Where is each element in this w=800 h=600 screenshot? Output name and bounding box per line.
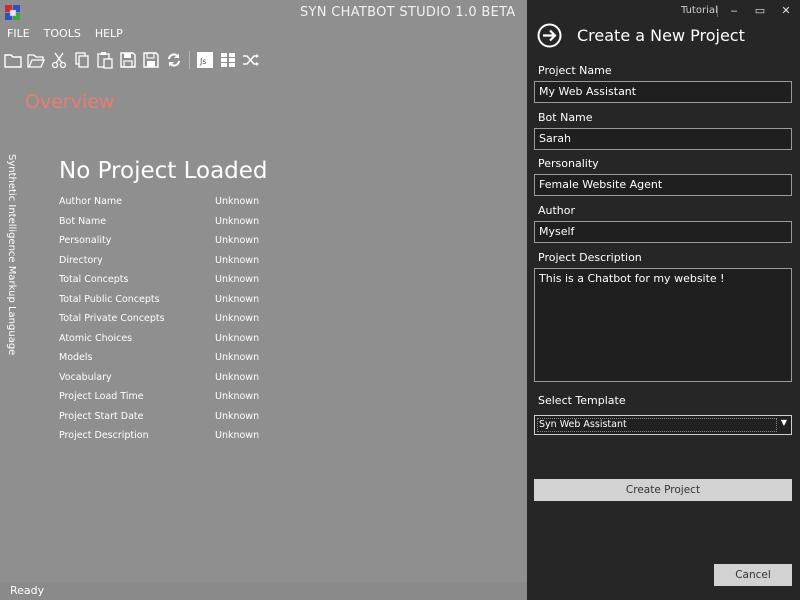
save-icon[interactable] [118, 50, 138, 70]
maximize-button[interactable]: ▭ [753, 4, 767, 18]
status-bar: Ready [0, 582, 527, 600]
property-value: Unknown [215, 410, 260, 422]
property-name: Directory [59, 254, 103, 266]
property-name: Atomic Choices [59, 332, 133, 344]
property-row: Total Public Concepts Unknown [59, 294, 279, 314]
property-row: Vocabulary Unknown [59, 372, 279, 392]
bot-name-field[interactable]: Sarah [534, 128, 792, 150]
app-title: SYN CHATBOT STUDIO 1.0 BETA [300, 5, 516, 20]
close-button[interactable]: ✕ [779, 4, 793, 18]
svg-text:Js: Js [199, 57, 207, 66]
template-select[interactable]: Syn Web Assistant ▼ [534, 415, 792, 435]
menu-tools[interactable]: TOOLS [37, 26, 88, 44]
create-project-button[interactable]: Create Project [534, 479, 792, 501]
property-name: Total Public Concepts [59, 293, 160, 305]
menu-help[interactable]: HELP [88, 26, 130, 44]
template-value: Syn Web Assistant [539, 419, 627, 430]
property-row: Project Description Unknown [59, 430, 279, 450]
no-project-heading: No Project Loaded [59, 158, 268, 184]
property-value: Unknown [215, 274, 260, 285]
property-name: Project Description [59, 430, 149, 441]
project-properties: Author Name Unknown Bot Name Unknown Perso… [59, 196, 279, 450]
project-description-label: Project Description [538, 251, 642, 264]
title-bar: SYN CHATBOT STUDIO 1.0 BETA [0, 0, 527, 24]
personality-field[interactable]: Female Website Agent [534, 174, 792, 196]
back-arrow-icon[interactable] [537, 23, 562, 48]
property-row: Project Start Date Unknown [59, 411, 279, 431]
panel-title: Create a New Project [577, 26, 745, 45]
property-name: Models [59, 352, 93, 363]
property-row: Atomic Choices Unknown [59, 333, 279, 353]
menu-bar: FILE TOOLS HELP [0, 26, 130, 44]
toolbar: Js [0, 48, 527, 72]
property-name: Total Concepts [59, 274, 129, 285]
sync-icon[interactable] [164, 50, 184, 70]
property-row: Project Load Time Unknown [59, 391, 279, 411]
property-value: Unknown [215, 254, 260, 266]
property-row: Directory Unknown [59, 255, 279, 275]
property-name: Author Name [59, 196, 123, 207]
new-project-panel: Tutorial ‒ ▭ ✕ Create a New Project Proj… [527, 0, 800, 600]
project-name-label: Project Name [538, 64, 612, 77]
property-value: Unknown [215, 391, 260, 402]
overview-title: Overview [25, 91, 115, 113]
status-text: Ready [10, 584, 45, 597]
bot-name-label: Bot Name [538, 111, 593, 124]
side-label-text: Synthetic Intelligence Markup Language [6, 154, 17, 356]
chevron-down-icon[interactable]: ▼ [781, 418, 787, 427]
property-name: Project Start Date [59, 410, 144, 422]
main-area: SYN CHATBOT STUDIO 1.0 BETA FILE TOOLS H… [0, 0, 527, 600]
property-value: Unknown [215, 235, 260, 246]
side-label: Synthetic Intelligence Markup Language [1, 154, 19, 355]
cut-icon[interactable] [49, 50, 69, 70]
open-folder-icon[interactable] [26, 50, 46, 70]
project-name-field[interactable]: My Web Assistant [534, 81, 792, 103]
window-bar-separator [717, 6, 718, 17]
property-row: Models Unknown [59, 352, 279, 372]
panel-window-bar: Tutorial ‒ ▭ ✕ [527, 0, 800, 22]
property-value: Unknown [215, 352, 260, 363]
grid-icon[interactable] [218, 50, 238, 70]
property-value: Unknown [215, 293, 260, 305]
property-name: Total Private Concepts [59, 313, 165, 324]
property-name: Vocabulary [59, 371, 112, 383]
property-row: Personality Unknown [59, 235, 279, 255]
property-value: Unknown [215, 215, 260, 227]
property-value: Unknown [215, 332, 260, 344]
property-row: Total Concepts Unknown [59, 274, 279, 294]
personality-label: Personality [538, 157, 599, 170]
shuffle-icon[interactable] [241, 50, 261, 70]
javascript-icon[interactable]: Js [195, 50, 215, 70]
property-row: Author Name Unknown [59, 196, 279, 216]
minimize-button[interactable]: ‒ [727, 4, 741, 18]
property-row: Total Private Concepts Unknown [59, 313, 279, 333]
project-description-field[interactable]: This is a Chatbot for my website ! [534, 268, 792, 382]
property-value: Unknown [215, 313, 260, 324]
property-name: Bot Name [59, 215, 107, 227]
property-value: Unknown [215, 430, 260, 441]
property-value: Unknown [215, 196, 260, 207]
property-name: Project Load Time [59, 391, 144, 402]
author-field[interactable]: Myself [534, 221, 792, 243]
menu-file[interactable]: FILE [0, 26, 37, 44]
toolbar-separator [189, 51, 190, 69]
cancel-button[interactable]: Cancel [714, 564, 792, 586]
property-value: Unknown [215, 371, 260, 383]
tutorial-link[interactable]: Tutorial [681, 5, 718, 16]
property-name: Personality [59, 235, 112, 246]
save-as-icon[interactable] [141, 50, 161, 70]
select-template-label: Select Template [538, 394, 626, 407]
app-window: SYN CHATBOT STUDIO 1.0 BETA FILE TOOLS H… [0, 0, 800, 600]
colored-cubes-logo [5, 5, 20, 20]
author-label: Author [538, 204, 576, 217]
property-row: Bot Name Unknown [59, 216, 279, 236]
paste-icon[interactable] [95, 50, 115, 70]
new-folder-icon[interactable] [3, 50, 23, 70]
copy-icon[interactable] [72, 50, 92, 70]
